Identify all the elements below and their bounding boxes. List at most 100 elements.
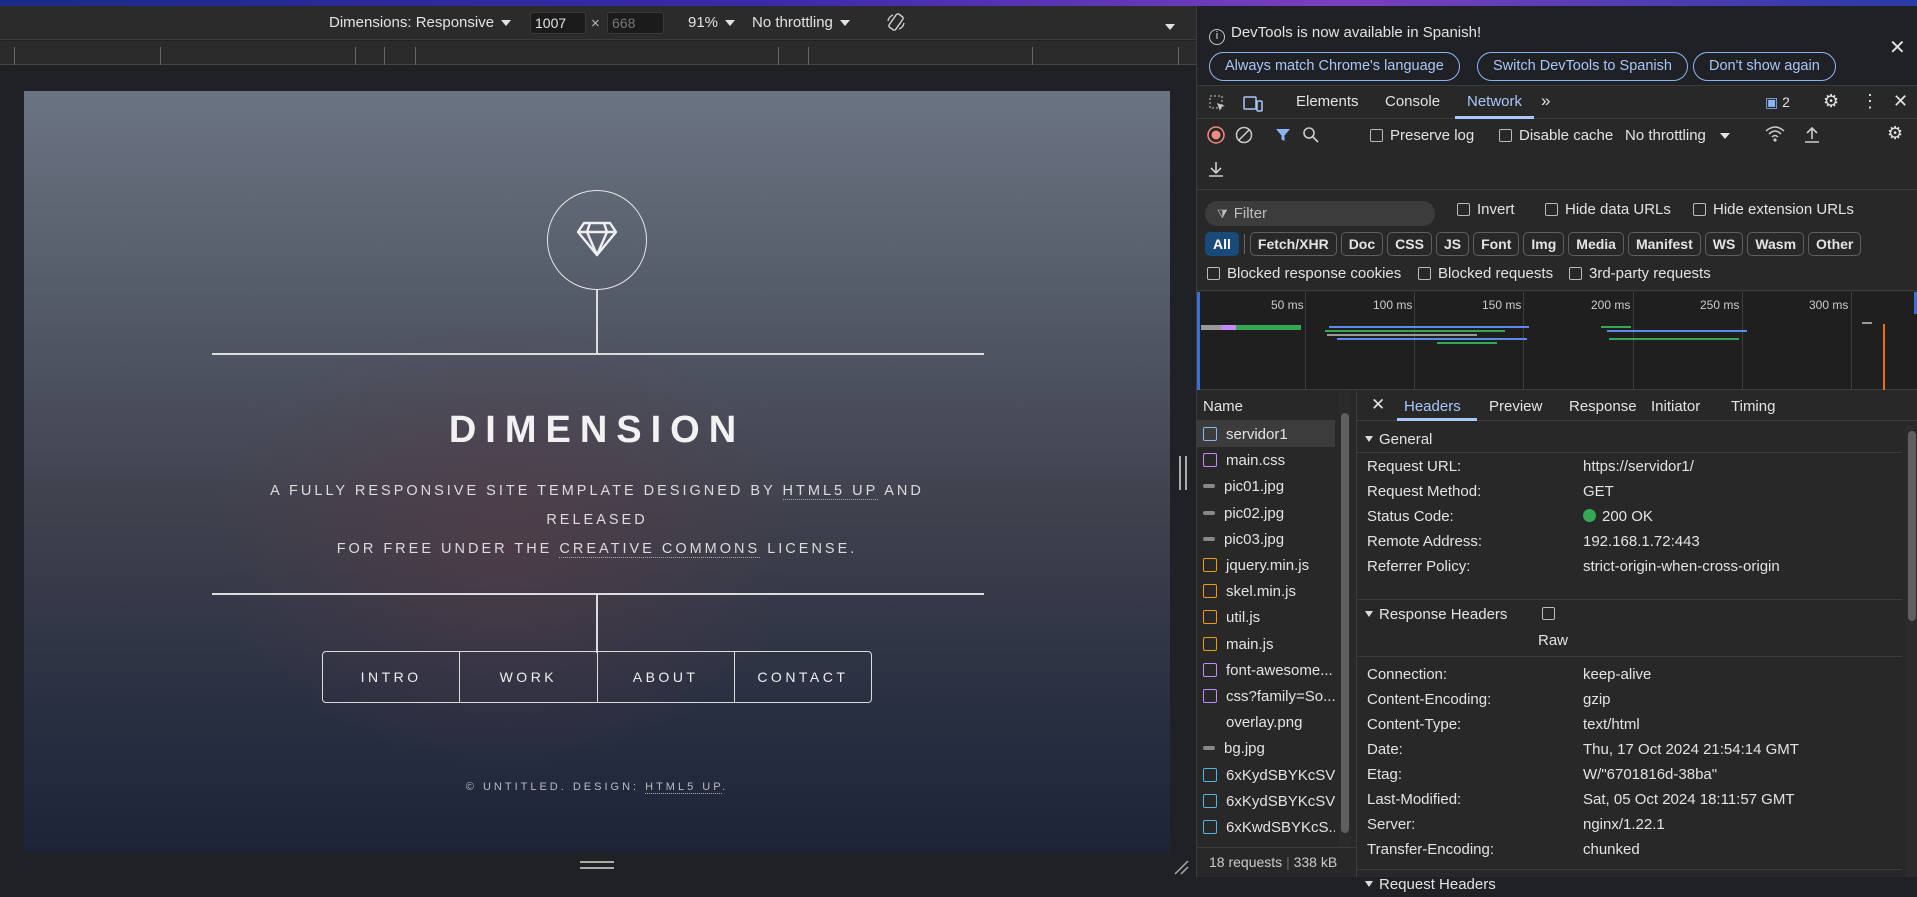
request-row[interactable]: overlay.png xyxy=(1197,709,1335,735)
tab-headers[interactable]: Headers xyxy=(1404,398,1461,415)
settings-gear-icon[interactable]: ⚙ xyxy=(1823,91,1839,112)
device-more-icon[interactable] xyxy=(1165,18,1175,35)
js-file-icon xyxy=(1203,636,1217,651)
tab-console[interactable]: Console xyxy=(1385,93,1440,110)
preserve-log-checkbox[interactable]: Preserve log xyxy=(1370,127,1474,144)
filter-css[interactable]: CSS xyxy=(1387,232,1432,256)
tab-timing[interactable]: Timing xyxy=(1731,398,1775,415)
dont-show-again-button[interactable]: Don't show again xyxy=(1693,52,1836,81)
width-input[interactable]: 1007 xyxy=(530,12,586,34)
request-row[interactable]: font-awesome... xyxy=(1197,657,1335,683)
filter-input[interactable]: ⧩ Filter xyxy=(1205,201,1435,226)
filter-media[interactable]: Media xyxy=(1568,232,1624,256)
invert-checkbox[interactable]: Invert xyxy=(1457,201,1515,218)
nav-contact[interactable]: CONTACT xyxy=(733,652,871,702)
switch-spanish-button[interactable]: Switch DevTools to Spanish xyxy=(1477,52,1688,81)
hide-data-urls-checkbox[interactable]: Hide data URLs xyxy=(1545,201,1671,218)
filter-img[interactable]: Img xyxy=(1523,232,1565,256)
export-har-icon[interactable] xyxy=(1207,160,1225,178)
details-scrollbar[interactable] xyxy=(1906,425,1917,877)
request-headers-section-header[interactable]: Request Headers xyxy=(1357,869,1902,897)
close-devtools-icon[interactable]: ✕ xyxy=(1893,91,1908,112)
tab-network[interactable]: Network xyxy=(1467,93,1522,110)
kebab-menu-icon[interactable]: ⋮ xyxy=(1861,91,1879,112)
filter-font[interactable]: Font xyxy=(1473,232,1520,256)
request-row[interactable]: main.js xyxy=(1197,631,1335,657)
request-row[interactable]: jquery.min.js xyxy=(1197,552,1335,578)
tab-elements[interactable]: Elements xyxy=(1296,93,1359,110)
request-row[interactable]: pic01.jpg xyxy=(1197,473,1335,499)
network-settings-gear-icon[interactable]: ⚙ xyxy=(1887,123,1903,144)
third-party-requests-checkbox[interactable]: 3rd-party requests xyxy=(1569,265,1711,282)
viewport-resize-handle-bottom[interactable] xyxy=(580,861,614,869)
overview-window-left-handle[interactable] xyxy=(1197,292,1200,390)
tab-initiator[interactable]: Initiator xyxy=(1651,398,1700,415)
raw-checkbox[interactable] xyxy=(1542,607,1555,620)
device-emulation-pane: Dimensions: Responsive 1007 × 668 91% No… xyxy=(0,6,1196,877)
device-toggle-icon[interactable] xyxy=(1243,95,1263,113)
tab-response[interactable]: Response xyxy=(1569,398,1637,415)
network-conditions-icon[interactable] xyxy=(1765,125,1785,148)
filter-doc[interactable]: Doc xyxy=(1340,232,1384,256)
request-row[interactable]: skel.min.js xyxy=(1197,578,1335,604)
media-query-ruler[interactable] xyxy=(0,41,1196,65)
search-icon[interactable] xyxy=(1302,126,1320,144)
general-section-header[interactable]: General xyxy=(1357,425,1902,453)
match-language-button[interactable]: Always match Chrome's language xyxy=(1209,52,1460,81)
hide-extension-urls-checkbox[interactable]: Hide extension URLs xyxy=(1693,201,1854,218)
more-tabs-icon[interactable]: » xyxy=(1541,91,1550,111)
network-status-bar: 18 requests | 338 kB xyxy=(1197,847,1357,877)
request-row[interactable]: servidor1 xyxy=(1197,421,1335,447)
close-icon[interactable]: ✕ xyxy=(1889,35,1906,60)
zoom-dropdown[interactable]: 91% xyxy=(688,14,736,31)
filter-ws[interactable]: WS xyxy=(1704,232,1744,256)
request-row[interactable]: main.css xyxy=(1197,447,1335,473)
name-column-header[interactable]: Name xyxy=(1197,391,1335,421)
html5up-link[interactable]: HTML5 UP xyxy=(782,483,878,500)
filter-wasm[interactable]: Wasm xyxy=(1747,232,1805,256)
request-row[interactable]: 6xKydSBYKcSV... xyxy=(1197,788,1335,814)
request-row[interactable]: pic03.jpg xyxy=(1197,526,1335,552)
network-overview-timeline[interactable]: 50 ms 100 ms 150 ms 200 ms 250 ms 300 ms xyxy=(1197,292,1917,390)
filter-other[interactable]: Other xyxy=(1808,232,1862,256)
nav-intro[interactable]: INTRO xyxy=(323,652,459,702)
issues-badge[interactable]: ▣ 2 xyxy=(1765,94,1790,111)
close-details-icon[interactable]: ✕ xyxy=(1371,395,1385,415)
filter-placeholder: Filter xyxy=(1233,205,1268,222)
font-file-icon xyxy=(1203,767,1217,782)
request-row[interactable]: bg.jpg xyxy=(1197,735,1335,761)
request-row[interactable]: util.js xyxy=(1197,604,1335,630)
filter-funnel-icon[interactable] xyxy=(1275,127,1291,143)
network-throttling-dropdown[interactable]: No throttling xyxy=(1625,127,1730,144)
request-list-scrollbar[interactable] xyxy=(1339,391,1351,847)
request-row[interactable]: 6xKydSBYKcSV... xyxy=(1197,762,1335,788)
filter-fetch-xhr[interactable]: Fetch/XHR xyxy=(1249,232,1337,256)
nav-work[interactable]: WORK xyxy=(459,652,596,702)
rotate-icon[interactable] xyxy=(885,11,907,37)
filter-all[interactable]: All xyxy=(1205,232,1239,256)
response-headers-section-header[interactable]: Response Headers Raw xyxy=(1357,599,1902,657)
blocked-requests-checkbox[interactable]: Blocked requests xyxy=(1418,265,1553,282)
footer-html5up-link[interactable]: HTML5 UP xyxy=(645,781,723,794)
creative-commons-link[interactable]: CREATIVE COMMONS xyxy=(559,541,761,558)
throttling-dropdown[interactable]: No throttling xyxy=(752,14,850,31)
import-har-icon[interactable] xyxy=(1803,126,1821,144)
filter-js[interactable]: JS xyxy=(1435,232,1470,256)
dimensions-dropdown[interactable]: Dimensions: Responsive xyxy=(329,14,512,31)
viewport-resize-corner-icon[interactable] xyxy=(1172,858,1190,876)
height-input[interactable]: 668 xyxy=(607,12,664,34)
request-row[interactable]: 6xKwdSBYKcS... xyxy=(1197,814,1335,840)
request-row[interactable]: pic02.jpg xyxy=(1197,500,1335,526)
viewport-resize-handle-right[interactable] xyxy=(1179,456,1187,490)
clear-icon[interactable] xyxy=(1235,126,1253,144)
record-stop-icon[interactable] xyxy=(1207,126,1225,144)
blocked-response-cookies-checkbox[interactable]: Blocked response cookies xyxy=(1207,265,1401,282)
inspect-element-icon[interactable] xyxy=(1209,95,1227,113)
request-row[interactable]: css?family=So... xyxy=(1197,683,1335,709)
filter-manifest[interactable]: Manifest xyxy=(1627,232,1701,256)
status-code-text: 200 OK xyxy=(1602,508,1653,525)
header-row: Etag: W/"6701816d-38ba" xyxy=(1367,766,1897,791)
disable-cache-checkbox[interactable]: Disable cache xyxy=(1499,127,1613,144)
tab-preview[interactable]: Preview xyxy=(1489,398,1542,415)
nav-about[interactable]: ABOUT xyxy=(596,652,734,702)
